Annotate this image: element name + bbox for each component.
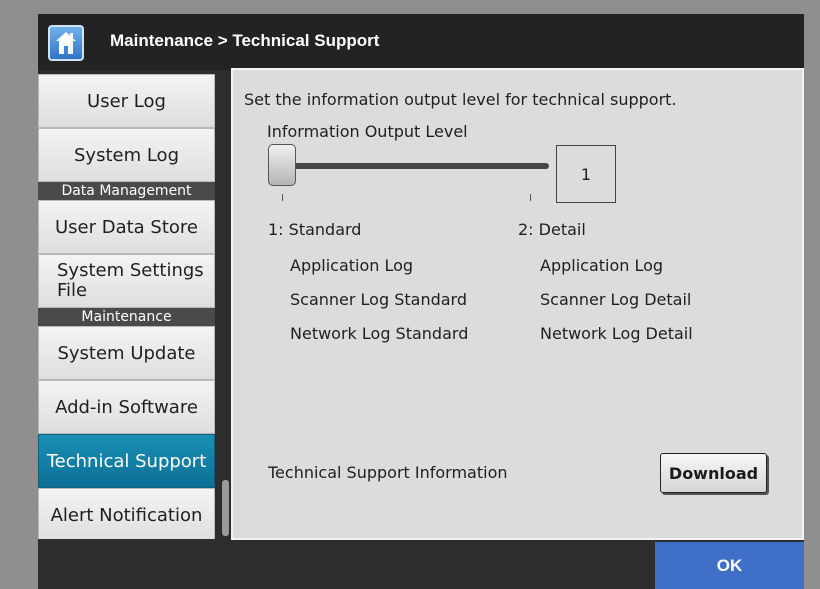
sidebar-item-user-data-store[interactable]: User Data Store xyxy=(38,200,215,254)
main-panel: Set the information output level for tec… xyxy=(231,68,804,540)
detail-item: Network Log Detail xyxy=(540,324,693,343)
output-level-label: Information Output Level xyxy=(267,122,468,141)
sidebar-section-data-management: Data Management xyxy=(38,182,215,200)
sidebar-item-label-line2: File xyxy=(57,280,88,301)
standard-level-title: 1: Standard xyxy=(268,220,362,239)
download-button[interactable]: Download xyxy=(660,453,767,493)
slider-tick-1 xyxy=(282,194,283,201)
sidebar-item-add-in-software[interactable]: Add-in Software xyxy=(38,380,215,434)
section-label: Data Management xyxy=(61,183,192,199)
sidebar-item-label: User Data Store xyxy=(54,216,199,238)
header-bar: Maintenance > Technical Support xyxy=(38,14,804,70)
detail-item: Scanner Log Detail xyxy=(540,290,692,309)
sidebar-item-alert-notification[interactable]: Alert Notification xyxy=(38,488,215,539)
section-label: Maintenance xyxy=(81,309,172,325)
standard-item: Application Log xyxy=(290,256,414,275)
sidebar-item-label: System Update xyxy=(57,342,196,364)
sidebar-item-label: Alert Notification xyxy=(50,504,203,526)
tech-support-info-label: Technical Support Information xyxy=(268,463,508,482)
sidebar-item-label: System Log xyxy=(74,144,179,166)
ok-button[interactable]: OK xyxy=(655,542,804,589)
description-text: Set the information output level for tec… xyxy=(244,90,677,109)
output-level-slider-thumb[interactable] xyxy=(268,144,296,186)
app-window: Maintenance > Technical Support User Log… xyxy=(38,14,804,589)
output-level-slider-track[interactable] xyxy=(277,163,549,169)
sidebar-item-user-log[interactable]: User Log xyxy=(38,74,215,128)
sidebar-item-system-settings-file[interactable]: System Settings File xyxy=(38,254,215,308)
sidebar-section-maintenance: Maintenance xyxy=(38,308,215,326)
sidebar: User Log System Log Data Management User… xyxy=(38,74,218,539)
home-button[interactable] xyxy=(48,25,84,61)
slider-tick-2 xyxy=(530,194,531,201)
standard-item: Network Log Standard xyxy=(290,324,469,343)
sidebar-scrollbar[interactable] xyxy=(222,480,229,536)
detail-item: Application Log xyxy=(540,256,664,275)
sidebar-item-system-log[interactable]: System Log xyxy=(38,128,215,182)
standard-item: Scanner Log Standard xyxy=(290,290,467,309)
breadcrumb: Maintenance > Technical Support xyxy=(110,31,380,50)
detail-level-title: 2: Detail xyxy=(518,220,586,239)
sidebar-item-label: Add-in Software xyxy=(55,396,198,418)
sidebar-item-label-line1: System Settings xyxy=(57,260,204,281)
output-level-value: 1 xyxy=(556,145,616,203)
sidebar-item-label: User Log xyxy=(87,90,166,112)
home-icon xyxy=(56,32,76,54)
sidebar-item-label: Technical Support xyxy=(46,450,207,472)
sidebar-item-system-update[interactable]: System Update xyxy=(38,326,215,380)
sidebar-item-technical-support[interactable]: Technical Support xyxy=(38,434,215,488)
